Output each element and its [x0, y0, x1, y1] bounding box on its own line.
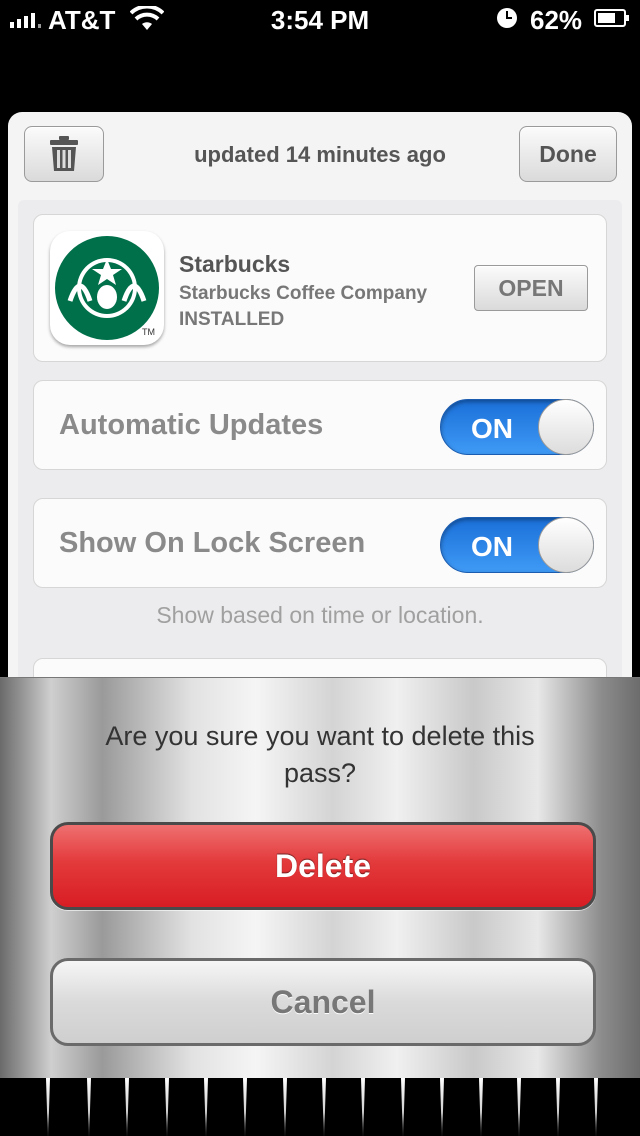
- pass-details-card: updated 14 minutes ago Done TM Starbucks…: [8, 112, 632, 752]
- spike-decoration: [401, 1078, 405, 1136]
- lock-screen-caption: Show based on time or location.: [156, 602, 484, 628]
- status-bar: AT&T 3:54 PM 62%: [0, 0, 640, 40]
- battery-percentage: 62%: [530, 5, 583, 35]
- automatic-updates-row: Automatic Updates ON: [33, 380, 607, 470]
- alarm-clock-icon: [497, 8, 517, 28]
- toggle-knob: [538, 517, 594, 573]
- toggle-state-text: ON: [471, 413, 513, 444]
- app-name: Starbucks: [179, 251, 291, 277]
- cancel-button[interactable]: Cancel: [50, 958, 596, 1046]
- spike-decoration: [361, 1078, 365, 1136]
- svg-text:TM: TM: [142, 327, 155, 337]
- battery-icon: [594, 9, 629, 27]
- spike-decoration: [479, 1078, 483, 1136]
- app-install-status: INSTALLED: [179, 309, 285, 330]
- app-company: Starbucks Coffee Company: [179, 283, 428, 304]
- automatic-updates-label: Automatic Updates: [59, 409, 324, 441]
- automatic-updates-toggle[interactable]: ON: [440, 399, 594, 455]
- app-panel: TM Starbucks Starbucks Coffee Company IN…: [33, 214, 607, 362]
- delete-confirmation-message: Are you sure you want to delete this pas…: [105, 721, 535, 788]
- delete-confirmation-sheet: Are you sure you want to delete this pas…: [0, 677, 640, 1078]
- spike-decoration: [125, 1078, 129, 1136]
- spike-decoration: [517, 1078, 521, 1136]
- show-on-lock-screen-label: Show On Lock Screen: [59, 527, 366, 559]
- spike-decoration: [243, 1078, 247, 1136]
- spike-decoration: [165, 1078, 169, 1136]
- show-on-lock-screen-row: Show On Lock Screen ON: [33, 498, 607, 588]
- toggle-knob: [538, 399, 594, 455]
- spike-decoration: [556, 1078, 560, 1136]
- spike-decoration: [204, 1078, 208, 1136]
- spike-decoration: [440, 1078, 444, 1136]
- spike-decoration: [283, 1078, 287, 1136]
- open-app-button[interactable]: OPEN: [474, 265, 588, 311]
- starbucks-logo-icon: TM: [50, 231, 164, 345]
- spike-decoration: [322, 1078, 326, 1136]
- spike-decoration: [87, 1078, 91, 1136]
- done-button[interactable]: Done: [519, 126, 617, 182]
- toggle-state-text: ON: [471, 531, 513, 562]
- bottom-spike-strip: [0, 1078, 640, 1136]
- spike-decoration: [594, 1078, 598, 1136]
- show-on-lock-screen-toggle[interactable]: ON: [440, 517, 594, 573]
- spike-decoration: [46, 1078, 50, 1136]
- pass-toolbar: updated 14 minutes ago Done: [8, 112, 632, 198]
- delete-button[interactable]: Delete: [50, 822, 596, 910]
